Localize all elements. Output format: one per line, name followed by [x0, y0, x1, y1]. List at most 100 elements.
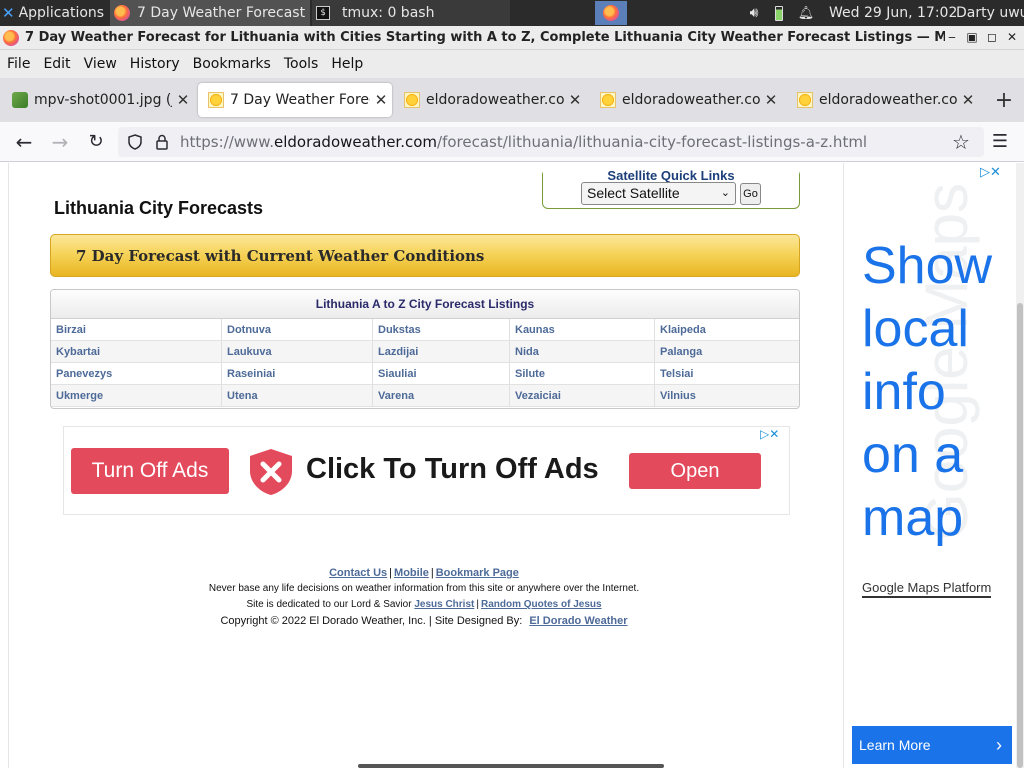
- city-link[interactable]: Klaipeda: [655, 319, 799, 341]
- table-row: Panevezys Raseiniai Siauliai Silute Telsiai: [51, 363, 799, 385]
- city-link[interactable]: Palanga: [655, 341, 799, 363]
- menu-file[interactable]: File: [7, 56, 30, 72]
- shield-icon[interactable]: [128, 134, 142, 150]
- url-path: /forecast/lithuania/lithuania-city-forec…: [437, 133, 868, 151]
- battery-icon[interactable]: [772, 0, 786, 26]
- new-tab-plus-icon[interactable]: +: [992, 88, 1016, 113]
- copyright-line: Copyright © 2022 El Dorado Weather, Inc.…: [0, 613, 848, 629]
- tab-eldoradoweather[interactable]: eldoradoweather.com ✕: [590, 83, 782, 117]
- city-link[interactable]: Vilnius: [655, 385, 799, 407]
- menu-help[interactable]: Help: [331, 56, 363, 72]
- hamburger-menu-icon[interactable]: ☰: [988, 130, 1012, 154]
- horizontal-scroll-indicator[interactable]: [358, 764, 664, 768]
- tab-image[interactable]: mpv-shot0001.jpg (JPEG Image) ✕: [2, 83, 194, 117]
- city-link[interactable]: Dotnuva: [222, 319, 373, 341]
- sun-favicon: [404, 92, 420, 108]
- bookmark-star-icon[interactable]: ☆: [949, 130, 973, 154]
- learn-more-label: Learn More: [859, 737, 931, 753]
- system-taskbar: ✕ Applications ⋮ 7 Day Weather Forecast …: [0, 0, 1024, 26]
- firefox-icon: [3, 29, 19, 46]
- mobile-link[interactable]: Mobile: [394, 567, 429, 579]
- side-ad-google-maps[interactable]: Google Maps ▷✕ Show local info on a map …: [852, 163, 1015, 768]
- city-link[interactable]: Ukmerge: [51, 385, 222, 407]
- jesus-christ-link[interactable]: Jesus Christ: [414, 599, 474, 610]
- task-terminal[interactable]: $ tmux: 0 bash: [312, 0, 510, 26]
- close-icon[interactable]: ✕: [760, 91, 782, 109]
- task-firefox[interactable]: 7 Day Weather Forecast ...: [110, 0, 310, 26]
- satellite-select[interactable]: Select Satellite ⌄: [581, 182, 736, 205]
- turn-off-ads-button[interactable]: Turn Off Ads: [71, 448, 229, 494]
- volume-icon[interactable]: 🔊︎: [744, 0, 764, 26]
- city-link[interactable]: Panevezys: [51, 363, 222, 385]
- satellite-title: Satellite Quick Links: [543, 168, 799, 183]
- lock-icon[interactable]: [156, 134, 168, 150]
- city-link[interactable]: Dukstas: [373, 319, 510, 341]
- city-link[interactable]: Laukuva: [222, 341, 373, 363]
- applications-menu[interactable]: ✕ Applications ⋮: [2, 0, 108, 26]
- adchoices-icon[interactable]: ▷✕: [760, 427, 779, 441]
- url-bar[interactable]: https://www.eldoradoweather.com/forecast…: [118, 127, 984, 157]
- vertical-scrollbar[interactable]: [1016, 163, 1024, 768]
- designer-link[interactable]: El Dorado Weather: [529, 615, 627, 627]
- side-ad-brand[interactable]: Google Maps Platform: [862, 580, 992, 598]
- reload-icon[interactable]: ↻: [84, 130, 108, 154]
- bookmark-page-link[interactable]: Bookmark Page: [436, 567, 519, 579]
- satellite-go-button[interactable]: Go: [740, 183, 761, 205]
- firefox-launcher[interactable]: [595, 1, 627, 25]
- city-link[interactable]: Silute: [510, 363, 655, 385]
- window-title: 7 Day Weather Forecast for Lithuania wit…: [25, 30, 945, 45]
- close-icon[interactable]: ✕: [172, 91, 194, 109]
- tab-eldoradoweather[interactable]: eldoradoweather.com ✕: [787, 83, 979, 117]
- footer: Contact Us | Mobile | Bookmark Page Never ba…: [0, 565, 848, 629]
- menu-bookmarks[interactable]: Bookmarks: [193, 56, 271, 72]
- close-icon[interactable]: ✕: [564, 91, 586, 109]
- city-link[interactable]: Lazdijai: [373, 341, 510, 363]
- city-link[interactable]: Raseiniai: [222, 363, 373, 385]
- menu-bar: File Edit View History Bookmarks Tools H…: [0, 50, 1024, 78]
- firefox-icon: [114, 5, 130, 21]
- close-icon[interactable]: ✕: [957, 91, 979, 109]
- url-text[interactable]: https://www.eldoradoweather.com/forecast…: [180, 133, 867, 151]
- city-link[interactable]: Kybartai: [51, 341, 222, 363]
- restore-icon[interactable]: ▣: [964, 30, 980, 44]
- terminal-icon: $: [316, 6, 330, 20]
- clock[interactable]: Wed 29 Jun, 17:02: [829, 0, 957, 26]
- notification-bell-icon[interactable]: 🔔︎: [797, 0, 815, 26]
- ad-open-button[interactable]: Open: [629, 453, 761, 489]
- minimize-icon[interactable]: ‒: [944, 30, 960, 44]
- ad-banner[interactable]: Turn Off Ads Click To Turn Off Ads Open …: [63, 426, 790, 515]
- satellite-select-value: Select Satellite: [587, 185, 680, 201]
- city-link[interactable]: Nida: [510, 341, 655, 363]
- city-link[interactable]: Siauliai: [373, 363, 510, 385]
- city-link[interactable]: Utena: [222, 385, 373, 407]
- close-icon[interactable]: ✕: [370, 91, 392, 109]
- contact-us-link[interactable]: Contact Us: [329, 567, 387, 579]
- dedication-line: Site is dedicated to our Lord & Savior J…: [246, 599, 602, 610]
- random-quotes-link[interactable]: Random Quotes of Jesus: [481, 599, 602, 610]
- user-name[interactable]: Darty uwu: [956, 0, 1024, 26]
- navigation-bar: ← → ↻ https://www.eldoradoweather.com/fo…: [0, 122, 1024, 162]
- city-link[interactable]: Vezaiciai: [510, 385, 655, 407]
- tab-label: eldoradoweather.com: [819, 92, 957, 108]
- menu-tools[interactable]: Tools: [284, 56, 319, 72]
- forward-arrow-icon[interactable]: →: [48, 130, 72, 154]
- adchoices-icon[interactable]: ▷✕: [980, 165, 1001, 180]
- maximize-icon[interactable]: ◻: [984, 30, 1000, 44]
- city-link[interactable]: Kaunas: [510, 319, 655, 341]
- scroll-thumb[interactable]: [1017, 303, 1023, 768]
- city-link[interactable]: Telsiai: [655, 363, 799, 385]
- menu-history[interactable]: History: [130, 56, 180, 72]
- table-title: Lithuania A to Z City Forecast Listings: [51, 290, 799, 319]
- separator-icon: ⋮: [107, 5, 108, 21]
- menu-edit[interactable]: Edit: [43, 56, 70, 72]
- city-link[interactable]: Birzai: [51, 319, 222, 341]
- tab-eldoradoweather[interactable]: eldoradoweather.com ✕: [394, 83, 586, 117]
- city-link[interactable]: Varena: [373, 385, 510, 407]
- tab-weather-forecast[interactable]: 7 Day Weather Forecast ✕: [198, 83, 392, 117]
- back-arrow-icon[interactable]: ←: [12, 130, 36, 154]
- image-favicon: [12, 92, 28, 108]
- menu-view[interactable]: View: [84, 56, 117, 72]
- learn-more-button[interactable]: Learn More ›: [852, 726, 1012, 764]
- xfce-icon: ✕: [2, 4, 15, 22]
- close-icon[interactable]: ✕: [1004, 30, 1020, 44]
